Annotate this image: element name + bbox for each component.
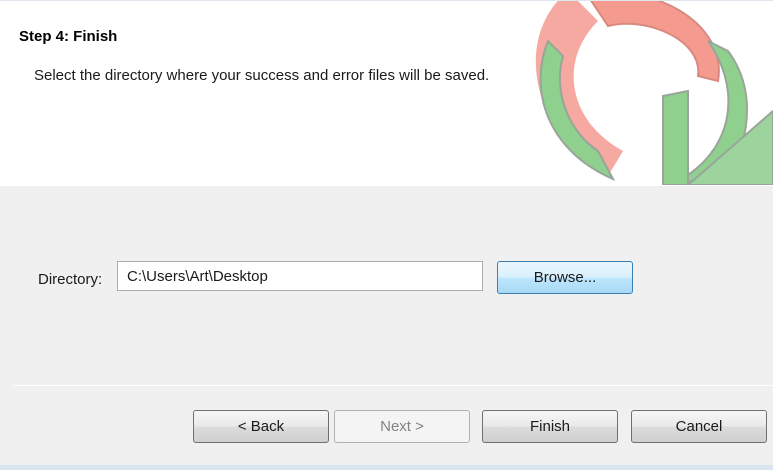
cancel-button[interactable]: Cancel — [631, 410, 767, 443]
page-title: Step 4: Finish — [19, 28, 118, 45]
browse-button[interactable]: Browse... — [497, 261, 633, 294]
directory-label: Directory: — [38, 271, 103, 288]
footer-divider — [13, 385, 773, 386]
wizard-header: Step 4: Finish Select the directory wher… — [0, 1, 773, 185]
next-button[interactable]: Next > — [334, 410, 470, 443]
wizard-window: Step 4: Finish Select the directory wher… — [0, 0, 773, 470]
refresh-arrows-logo-icon — [535, 1, 773, 185]
back-button[interactable]: < Back — [193, 410, 329, 443]
directory-input[interactable] — [117, 261, 483, 291]
header-divider — [0, 185, 773, 186]
window-bottom-border — [0, 465, 773, 470]
step-description: Select the directory where your success … — [34, 67, 490, 84]
finish-button[interactable]: Finish — [482, 410, 618, 443]
